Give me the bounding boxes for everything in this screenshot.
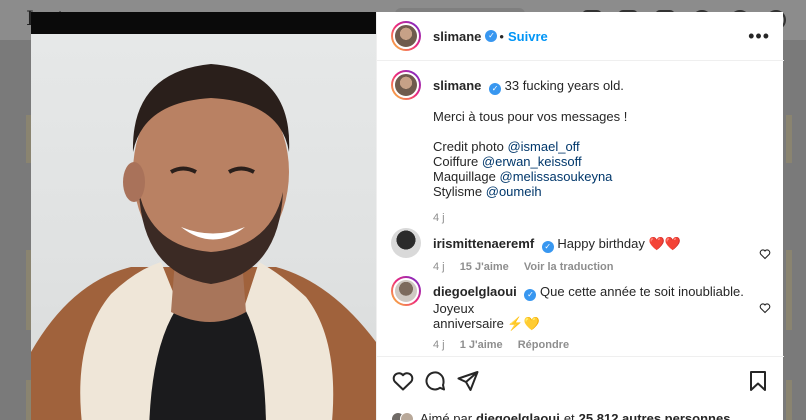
background-strip [786,115,792,163]
background-strip [786,250,792,330]
comment-item: irismittenaeremf ✓ Happy birthday ❤️❤️ 4… [391,228,771,275]
comment-text-continued: anniversaire ⚡️💛 [433,316,540,331]
comment-avatar[interactable] [391,276,421,306]
comment-item: diegoelglaoui ✓ Que cette année te soit … [391,276,771,353]
verified-icon: ✓ [489,83,502,95]
comment-icon[interactable] [423,369,447,393]
caption-username[interactable]: slimane [433,78,481,93]
post-caption: slimane ✓ 33 fucking years old. Merci à … [391,70,771,226]
comment-time[interactable]: 4 j [433,339,445,351]
credit-handle-link[interactable]: @melissasoukeyna [500,169,613,184]
credit-label: Coiffure [433,154,479,169]
comment-username[interactable]: irismittenaeremf [433,236,534,251]
post-photo[interactable] [31,12,376,420]
likes-count-link[interactable]: 25,812 autres personnes [579,411,731,420]
likes-prefix: Aimé par [420,411,473,420]
credit-handle-link[interactable]: @ismael_off [507,139,579,154]
verified-icon: ✓ [524,289,537,301]
caption-time[interactable]: 4 j [433,212,445,224]
heart-icon[interactable] [391,369,415,393]
likes-summary: Aimé par diegoelglaoui et 25,812 autres … [391,411,730,420]
comment-like-heart-icon[interactable] [759,302,771,314]
post-details-panel: slimane ✓ • Suivre ••• slimane ✓ 33 fuck… [376,12,784,420]
comment-avatar[interactable] [391,228,421,258]
verified-icon: ✓ [485,30,498,42]
likes-middle: et [563,411,575,420]
more-horizontal-icon[interactable]: ••• [748,26,770,47]
comment-like-heart-icon[interactable] [759,248,771,260]
credit-label: Maquillage [433,169,496,184]
background-strip [786,380,792,420]
comment-likes[interactable]: 15 J'aime [460,261,509,273]
reply-button[interactable]: Répondre [518,339,569,351]
see-translation-button[interactable]: Voir la traduction [524,261,614,273]
credit-label: Credit photo [433,139,504,154]
post-actions-bar: Aimé par diegoelglaoui et 25,812 autres … [377,356,784,420]
caption-avatar[interactable] [391,70,421,100]
author-username[interactable]: slimane [433,29,481,44]
comment-likes[interactable]: 1 J'aime [460,339,503,351]
caption-line: Merci à tous pour vos messages ! [433,109,628,124]
credit-label: Stylisme [433,184,483,199]
bookmark-icon[interactable] [746,369,770,393]
liker-avatar[interactable] [400,411,414,420]
portrait-illustration [31,64,376,420]
header-separator: • [499,28,504,44]
share-icon[interactable] [456,369,480,393]
post-modal: slimane ✓ • Suivre ••• slimane ✓ 33 fuck… [31,12,784,420]
follow-button[interactable]: Suivre [508,29,548,44]
comment-time[interactable]: 4 j [433,261,445,273]
author-avatar[interactable] [391,21,421,51]
comment-text: Happy birthday ❤️❤️ [557,236,681,251]
post-header: slimane ✓ • Suivre ••• [377,12,784,61]
likes-user-link[interactable]: diegoelglaoui [476,411,560,420]
caption-first-line: 33 fucking years old. [504,78,624,93]
verified-icon: ✓ [541,241,554,253]
comment-username[interactable]: diegoelglaoui [433,284,517,299]
credit-handle-link[interactable]: @oumeih [486,184,542,199]
credit-handle-link[interactable]: @erwan_keissoff [482,154,582,169]
